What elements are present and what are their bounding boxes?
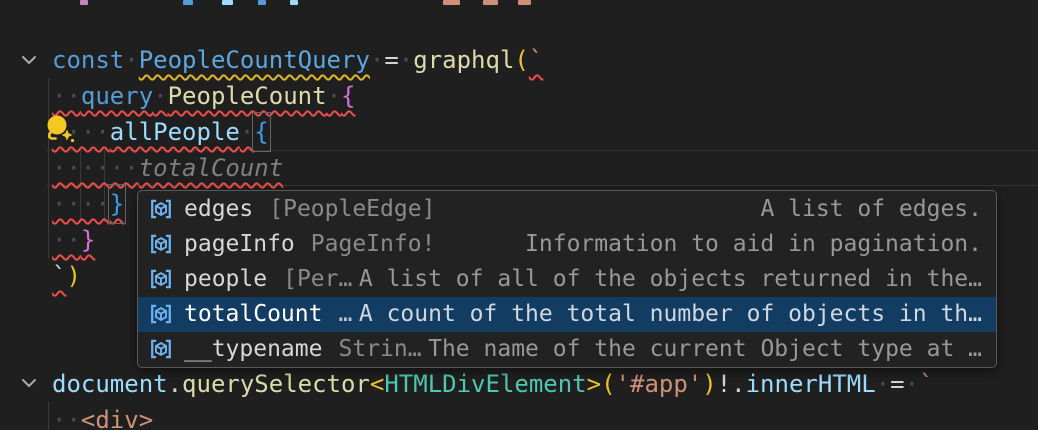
code-token: graphql — [413, 42, 514, 78]
clipped-token-fragment — [258, 0, 266, 5]
code-token: · — [370, 42, 384, 78]
line-queryselector[interactable]: document.querySelector<HTMLDivElement>('… — [52, 366, 933, 402]
suggestion-label: totalCount — [184, 301, 322, 327]
line-allpeople[interactable]: ····allPeople·{ — [52, 114, 543, 150]
clipped-token-fragment — [80, 0, 88, 5]
suggestion-description: A count of the total number of objects i… — [359, 301, 982, 327]
code-token: ···· — [52, 186, 110, 222]
suggestion-description: A list of edges. — [760, 196, 982, 222]
code-token: } — [110, 186, 124, 222]
code-token: ) — [702, 366, 716, 402]
clipped-top-line — [0, 0, 1038, 6]
code-token: ( — [514, 42, 528, 78]
graphql-field-icon — [146, 336, 176, 362]
code-token: const — [52, 42, 124, 78]
clipped-token-fragment — [183, 0, 193, 5]
code-token: } — [81, 222, 95, 258]
suggestion-item[interactable]: edges [PeopleEdge] A list of edges. — [138, 191, 996, 226]
code-token: · — [905, 366, 919, 402]
suggest-list: edges [PeopleEdge] A list of edges. pageInf… — [138, 191, 996, 367]
suggestion-item-selected[interactable]: totalCount … A count of the total number o… — [138, 297, 996, 332]
suggestion-item[interactable]: people [Per… A list of all of the objects … — [138, 261, 996, 296]
code-token: ) — [66, 258, 80, 294]
code-token: · — [876, 366, 890, 402]
suggestion-label: pageInfo — [184, 231, 295, 257]
suggestion-item[interactable]: pageInfo PageInfo! Information to aid in p… — [138, 226, 996, 261]
suggestion-detail: [Per… — [283, 266, 352, 292]
clipped-token-fragment — [443, 0, 460, 5]
code-token: ( — [601, 366, 615, 402]
suggestion-label: __typename — [184, 336, 322, 362]
code-token: { — [254, 114, 268, 150]
line-div-tag[interactable]: ··<div> — [52, 402, 933, 430]
line-query[interactable]: ··query·PeopleCount·{ — [52, 78, 543, 114]
code-token: PeopleCountQuery — [139, 42, 370, 78]
clipped-token-fragment — [518, 0, 531, 5]
code-token: ` — [52, 258, 66, 294]
code-token: ` — [919, 366, 933, 402]
code-token: HTMLDivElement — [384, 366, 586, 402]
editor-content[interactable]: document.querySelector<HTMLDivElement>('… — [52, 366, 933, 430]
code-token: ·· — [52, 402, 81, 430]
code-token: innerHTML — [746, 366, 876, 402]
code-token: allPeople — [110, 114, 240, 150]
code-token: > — [587, 366, 601, 402]
code-token: . — [168, 366, 182, 402]
code-token: PeopleCount — [168, 78, 327, 114]
code-token: totalCount — [139, 150, 284, 186]
suggestion-detail: … — [338, 301, 352, 327]
code-token: · — [327, 78, 341, 114]
code-token: · — [153, 78, 167, 114]
line-const[interactable]: const·PeopleCountQuery·=·graphql(` — [52, 42, 543, 78]
code-token: · — [399, 42, 413, 78]
code-token: . — [731, 366, 745, 402]
line-totalcount[interactable]: ······totalCount — [52, 150, 543, 186]
code-token: < — [370, 366, 384, 402]
quick-fix-lightbulb-icon[interactable] — [44, 113, 78, 147]
code-token: ! — [717, 366, 731, 402]
suggestion-description: Information to aid in pagination. — [525, 231, 982, 257]
suggestion-detail: [PeopleEdge] — [269, 196, 435, 222]
indent-guide — [48, 402, 49, 430]
code-token: ·· — [52, 222, 81, 258]
code-token: ·· — [52, 78, 81, 114]
code-token: = — [384, 42, 398, 78]
suggestion-description: A list of all of the objects returned in… — [359, 266, 982, 292]
graphql-field-icon — [146, 196, 176, 222]
fold-chevron-icon[interactable] — [20, 377, 38, 389]
graphql-field-icon — [146, 301, 176, 327]
code-token: ` — [529, 42, 543, 78]
code-token: · — [124, 42, 138, 78]
code-token: document — [52, 366, 168, 402]
code-token: querySelector — [182, 366, 370, 402]
suggestion-label: edges — [184, 196, 253, 222]
code-token: '#app' — [616, 366, 703, 402]
suggest-widget: edges [PeopleEdge] A list of edges. pageInf… — [137, 190, 997, 368]
clipped-token-fragment — [222, 0, 233, 5]
clipped-token-fragment — [483, 0, 498, 5]
code-token: ······ — [52, 150, 139, 186]
suggestion-detail: PageInfo! — [311, 231, 436, 257]
suggestion-label: people — [184, 266, 267, 292]
code-token: · — [240, 114, 254, 150]
suggestion-description: The name of the current Object type at … — [428, 336, 982, 362]
code-token: <div> — [81, 402, 153, 430]
code-token: { — [341, 78, 355, 114]
code-token: query — [81, 78, 153, 114]
clipped-token-fragment — [290, 0, 298, 5]
fold-chevron-icon[interactable] — [20, 54, 38, 66]
suggestion-detail: Strin… — [338, 336, 421, 362]
code-editor: const·PeopleCountQuery·=·graphql(`··quer… — [0, 0, 1038, 430]
code-token: = — [890, 366, 904, 402]
graphql-field-icon — [146, 231, 176, 257]
graphql-field-icon — [146, 266, 176, 292]
suggestion-item[interactable]: __typename Strin… The name of the current … — [138, 332, 996, 367]
